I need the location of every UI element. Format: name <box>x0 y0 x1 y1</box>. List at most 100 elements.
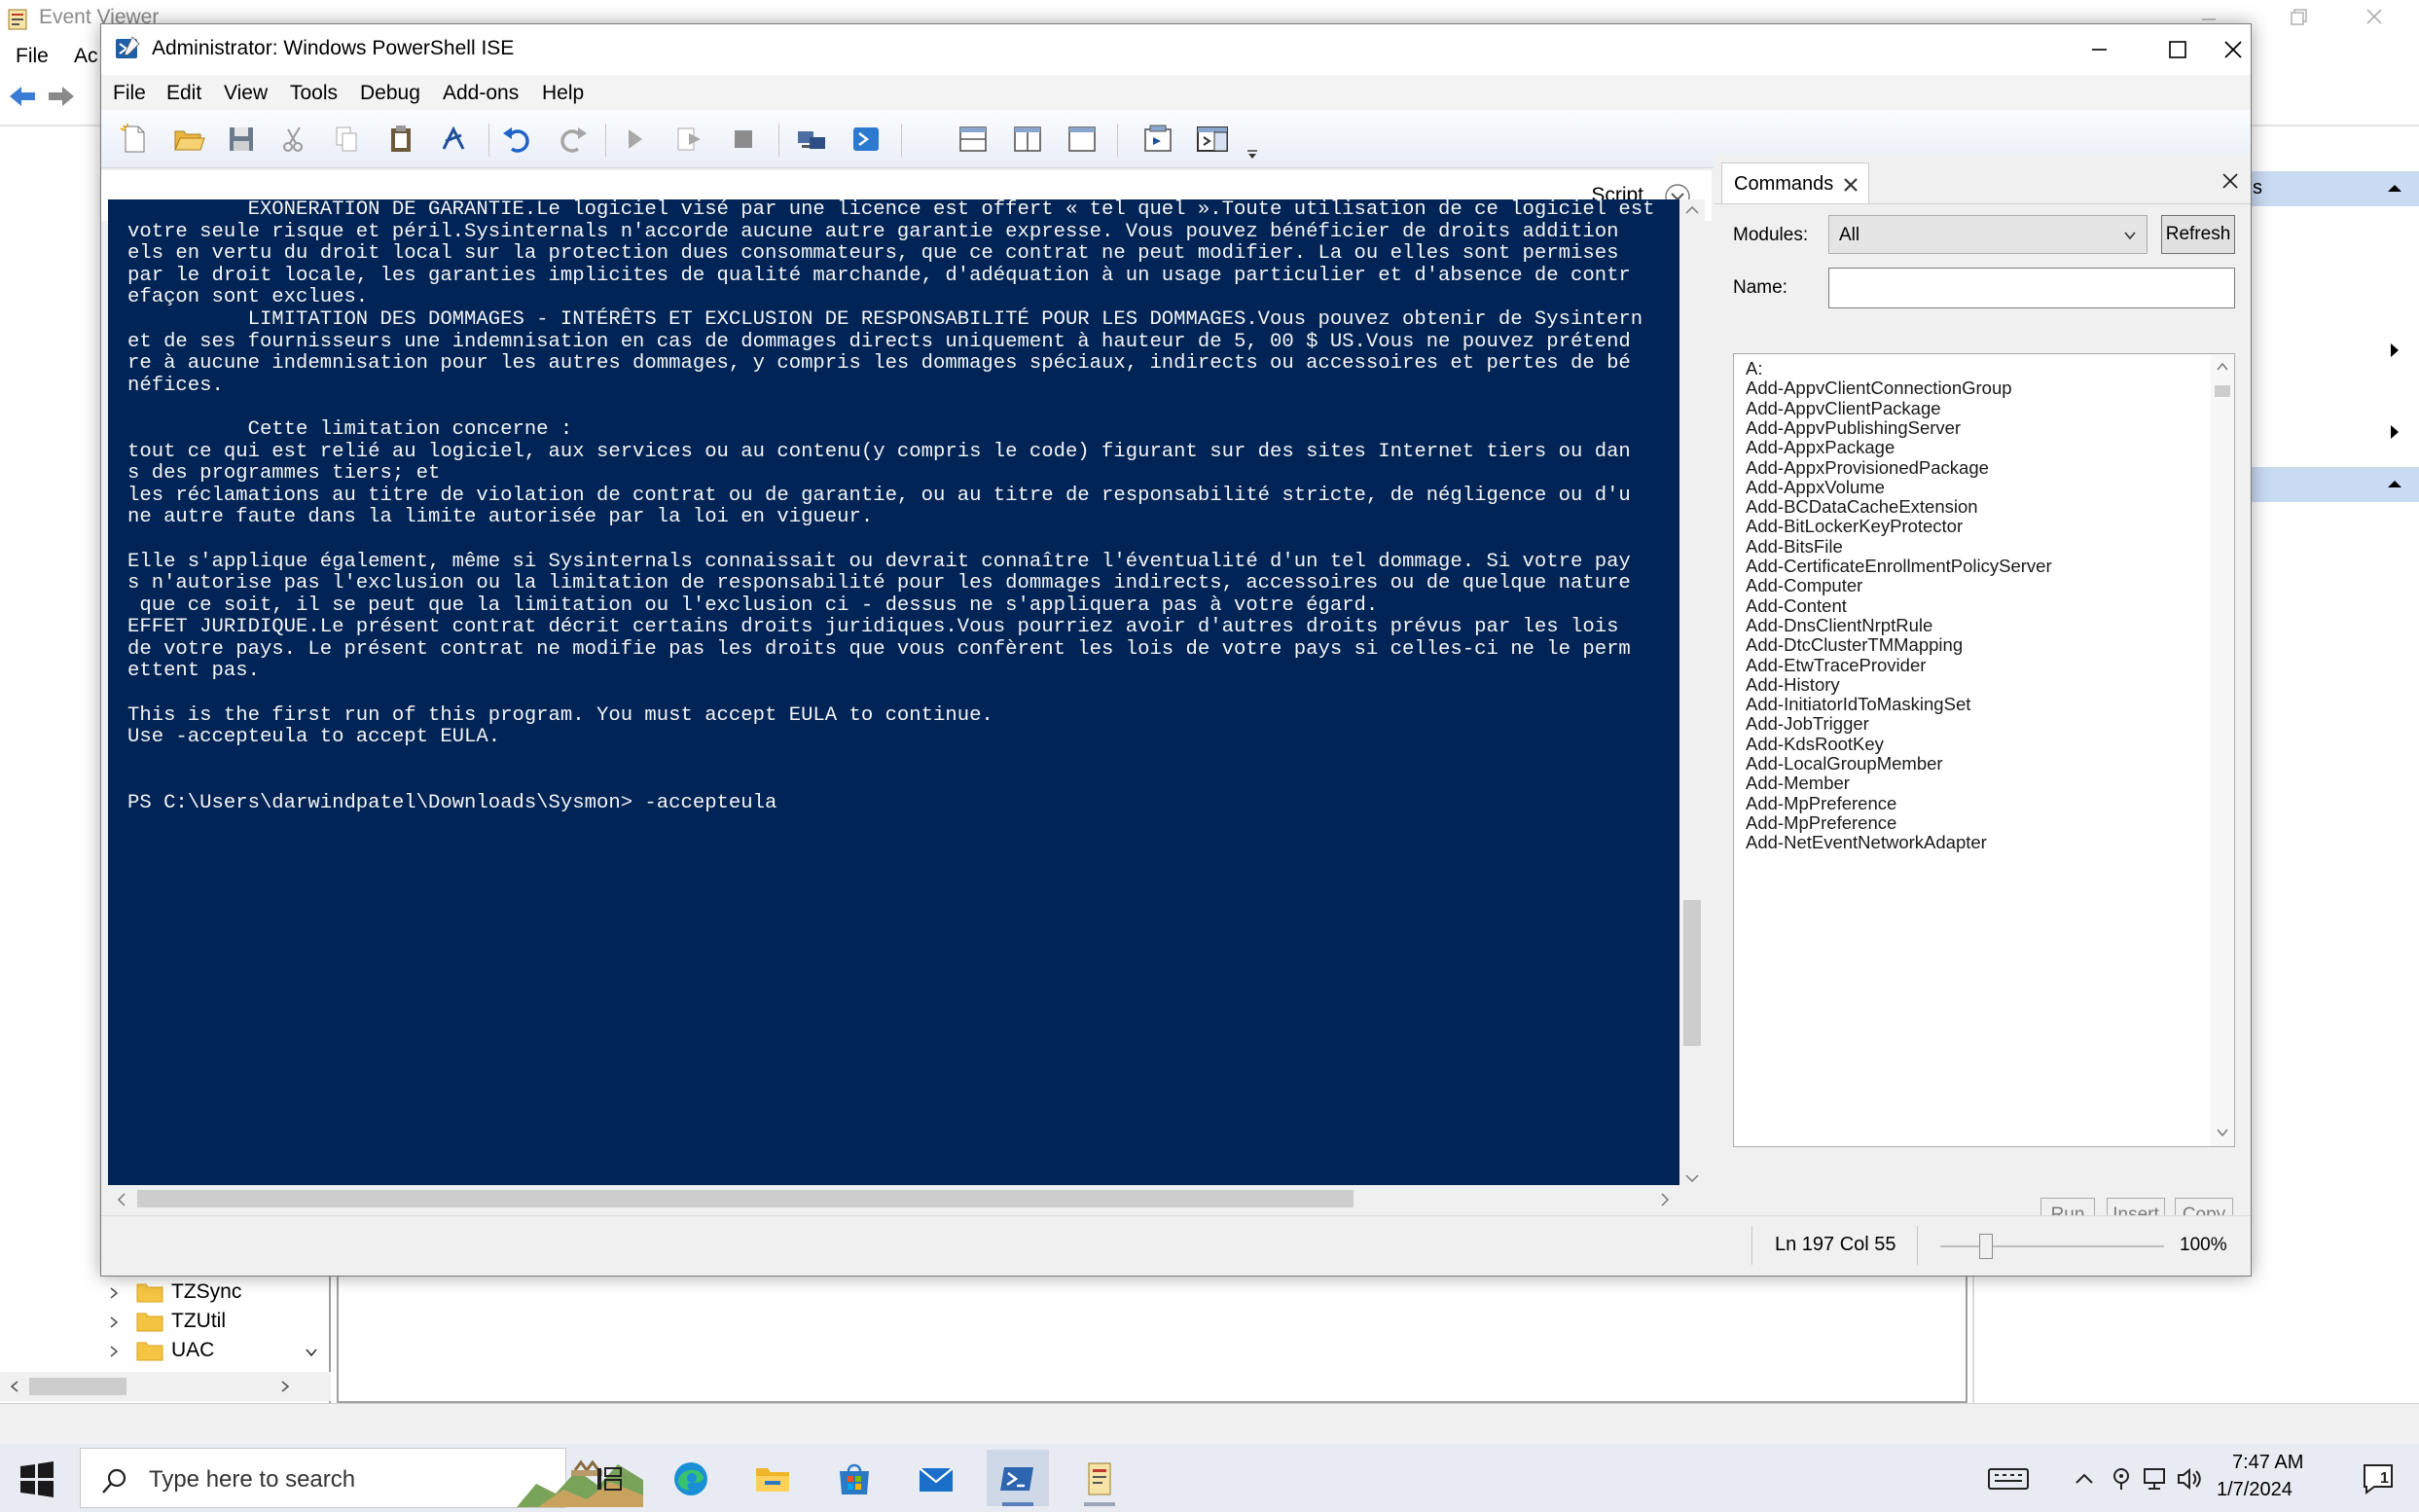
menu-help[interactable]: Help <box>542 82 584 105</box>
paste-icon[interactable] <box>383 122 418 157</box>
command-list-item[interactable]: A: <box>1746 358 1762 379</box>
save-icon[interactable] <box>224 122 259 157</box>
command-list-item[interactable]: Add-BCDataCacheExtension <box>1746 496 1978 518</box>
notifications-icon[interactable]: 1 <box>2361 1461 2396 1494</box>
expand-right-icon[interactable] <box>2383 339 2406 362</box>
show-script-maximized-icon[interactable] <box>1065 122 1100 157</box>
forward-arrow-icon[interactable] <box>47 84 76 109</box>
scroll-down-icon[interactable] <box>1684 1172 1700 1184</box>
command-list-item[interactable]: Add-BitLockerKeyProtector <box>1746 516 1963 537</box>
ev-menu-file[interactable]: File <box>16 45 49 68</box>
windows-start-icon[interactable] <box>18 1459 56 1498</box>
chevron-right-icon[interactable] <box>107 1345 121 1358</box>
menu-file[interactable]: File <box>113 82 146 105</box>
scroll-left-icon[interactable] <box>8 1380 21 1393</box>
console-pane[interactable]: EXONERATION DE GARANTIE.Le logiciel visé… <box>108 199 1679 1185</box>
tree-item-uac[interactable]: UAC <box>0 1337 311 1366</box>
task-view-button[interactable] <box>578 1450 640 1506</box>
command-list-item[interactable]: Add-AppvClientConnectionGroup <box>1746 378 2012 399</box>
chevron-down-icon[interactable] <box>304 1345 319 1360</box>
taskbar-app-powershell-ise[interactable] <box>987 1450 1049 1506</box>
zoom-slider-track[interactable] <box>1940 1245 2164 1247</box>
commands-tab[interactable]: Commands <box>1721 162 1869 203</box>
clock-date[interactable]: 1/7/2024 <box>2217 1479 2293 1501</box>
open-folder-icon[interactable] <box>171 122 206 157</box>
webcam-icon[interactable] <box>2108 1465 2135 1493</box>
commands-list-scroll-thumb[interactable] <box>2215 385 2230 397</box>
taskbar-app-file-explorer[interactable] <box>741 1450 804 1506</box>
chevron-up-icon[interactable] <box>2071 1465 2098 1493</box>
commands-list[interactable]: A: Add-AppvClientConnectionGroup Add-AppvC… <box>1733 353 2235 1147</box>
command-list-item[interactable]: Add-CertificateEnrollmentPolicyServer <box>1746 556 2052 577</box>
menu-edit[interactable]: Edit <box>166 82 201 105</box>
commands-list-vscrollbar[interactable] <box>2211 354 2234 1146</box>
menu-tools[interactable]: Tools <box>290 82 338 105</box>
taskbar-app-mail[interactable] <box>905 1450 967 1506</box>
close-pane-icon[interactable] <box>2220 170 2241 192</box>
command-list-item[interactable]: Add-BitsFile <box>1746 536 1843 558</box>
ev-close-button[interactable] <box>2335 0 2413 39</box>
chevron-right-icon[interactable] <box>107 1315 121 1329</box>
show-commands-addon-icon[interactable] <box>1195 122 1230 157</box>
ev-tree-hscrollbar[interactable] <box>0 1372 331 1401</box>
console-hscrollbar[interactable] <box>108 1185 1679 1212</box>
show-script-right-icon[interactable] <box>1010 122 1045 157</box>
run-script-icon[interactable] <box>617 122 652 157</box>
menu-add-ons[interactable]: Add-ons <box>443 82 519 105</box>
scroll-down-icon[interactable] <box>2216 1127 2229 1138</box>
command-list-item[interactable]: Add-LocalGroupMember <box>1746 753 1943 774</box>
collapse-up-icon[interactable] <box>2383 177 2406 200</box>
scroll-right-icon[interactable] <box>278 1380 292 1393</box>
ise-close-button[interactable] <box>2214 24 2292 75</box>
command-list-item[interactable]: Add-Member <box>1746 773 1850 794</box>
new-file-icon[interactable] <box>117 122 152 157</box>
modules-dropdown[interactable]: All <box>1828 215 2148 254</box>
command-list-item[interactable]: Add-History <box>1746 674 1840 696</box>
network-icon[interactable] <box>2141 1465 2168 1493</box>
ise-maximize-button[interactable] <box>2138 24 2216 75</box>
undo-icon[interactable] <box>500 122 535 157</box>
start-powershell-icon[interactable] <box>848 122 884 157</box>
toolbar-overflow-icon[interactable] <box>1246 149 1259 161</box>
expand-right-icon[interactable] <box>2383 420 2406 444</box>
name-filter-input[interactable] <box>1828 268 2235 308</box>
ev-tree-hscroll-thumb[interactable] <box>29 1378 126 1395</box>
command-list-item[interactable]: Add-Computer <box>1746 575 1862 596</box>
console-hscroll-thumb[interactable] <box>137 1190 1354 1207</box>
console-vscrollbar[interactable] <box>1679 199 1705 1205</box>
command-list-item[interactable]: Add-DnsClientNrptRule <box>1746 615 1932 636</box>
command-list-item[interactable]: Add-Content <box>1746 595 1847 617</box>
show-script-pane-icon[interactable] <box>1140 122 1175 157</box>
command-list-item[interactable]: Add-KdsRootKey <box>1746 734 1884 755</box>
command-list-item[interactable]: Add-AppvClientPackage <box>1746 398 1941 419</box>
stop-icon[interactable] <box>726 122 761 157</box>
scroll-right-icon[interactable] <box>1659 1192 1671 1207</box>
redo-icon[interactable] <box>555 122 590 157</box>
command-list-item[interactable]: Add-AppxProvisionedPackage <box>1746 457 1989 479</box>
scroll-left-icon[interactable] <box>116 1192 127 1207</box>
taskbar-app-store[interactable] <box>823 1450 885 1506</box>
command-list-item[interactable]: Add-MpPreference <box>1746 812 1896 834</box>
show-script-top-icon[interactable] <box>956 122 991 157</box>
console-vscroll-thumb[interactable] <box>1683 900 1701 1046</box>
speaker-icon[interactable] <box>2176 1465 2203 1493</box>
cut-icon[interactable] <box>276 122 311 157</box>
refresh-button[interactable]: Refresh <box>2161 215 2235 254</box>
command-list-item[interactable]: Add-InitiatorIdToMaskingSet <box>1746 694 1970 715</box>
zoom-slider-thumb[interactable] <box>1979 1234 1993 1259</box>
clear-console-icon[interactable] <box>436 122 471 157</box>
command-list-item[interactable]: Add-MpPreference <box>1746 793 1896 814</box>
scroll-up-icon[interactable] <box>1684 203 1700 215</box>
close-tab-icon[interactable] <box>1841 175 1860 195</box>
command-list-item[interactable]: Add-NetEventNetworkAdapter <box>1746 832 1987 853</box>
command-list-item[interactable]: Add-AppxVolume <box>1746 477 1885 498</box>
tree-item-tzutil[interactable]: TZUtil <box>0 1308 311 1337</box>
command-list-item[interactable]: Add-EtwTraceProvider <box>1746 655 1926 676</box>
ise-minimize-button[interactable] <box>2060 24 2138 75</box>
taskbar-search-box[interactable]: Type here to search <box>80 1448 643 1508</box>
scroll-up-icon[interactable] <box>2216 360 2229 372</box>
command-list-item[interactable]: Add-DtcClusterTMMapping <box>1746 634 1963 656</box>
copy-icon[interactable] <box>329 122 364 157</box>
clock-time[interactable]: 7:47 AM <box>2232 1452 2303 1474</box>
keyboard-icon[interactable] <box>1987 1465 2030 1493</box>
